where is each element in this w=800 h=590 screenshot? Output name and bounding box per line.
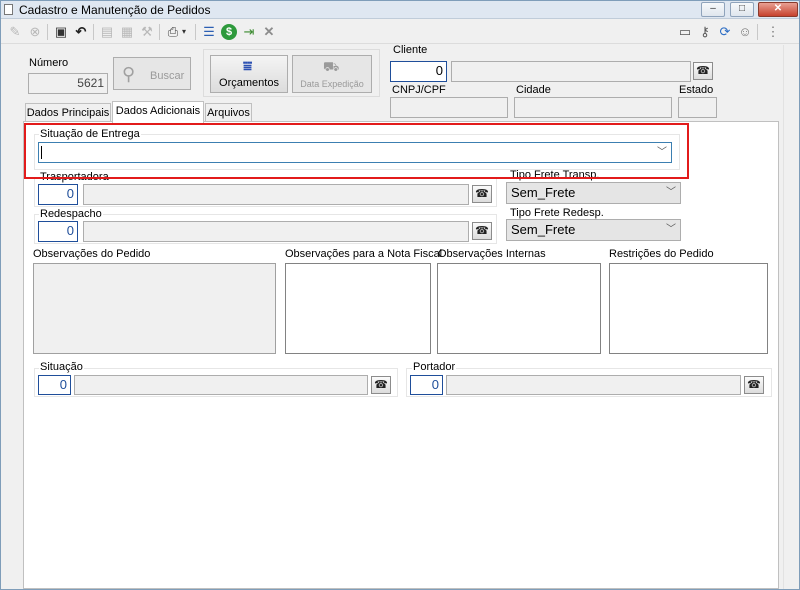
transportadora-code-field[interactable]: 0 [38,184,78,205]
tipo-frete-transp-value: Sem_Frete [511,185,576,200]
data-expedicao-label: Data Expedição [300,79,364,89]
tipo-frete-transp-label: Tipo Frete Transp. [510,169,600,181]
obs-nota-memo[interactable] [285,263,431,354]
cidade-label: Cidade [516,84,551,96]
chevron-down-icon: ﹀ [666,187,676,198]
new-icon[interactable]: ✎ [7,24,23,40]
cnpj-label: CNPJ/CPF [392,84,446,96]
toolbar-separator [159,24,160,40]
toolbar: ✎ ⊗ ▣ ↶ ▤ ▦ ⚒ ⎙ ▾ ☰ $ ⇥ ✕ ▭ ⚷ ⟳ ☺ ⋮ [1,20,799,44]
chevron-down-icon: ﹀ [666,224,676,235]
title-bar: Cadastro e Manutenção de Pedidos – □ ✕ [1,1,799,19]
minimize-button[interactable]: – [701,2,725,17]
close-button[interactable]: ✕ [758,2,798,17]
undo-icon[interactable]: ↶ [73,24,89,40]
save-icon[interactable]: ▣ [53,24,69,40]
cliente-lookup-button[interactable]: ☎ [693,62,713,80]
tab-dados-principais[interactable]: Dados Principais [25,103,111,123]
tipo-frete-redesp-select[interactable]: Sem_Frete ﹀ [506,219,681,241]
estado-field[interactable] [678,97,717,118]
maximize-button[interactable]: □ [730,2,754,17]
redespacho-label: Redespacho [39,208,103,220]
redespacho-code-field[interactable]: 0 [38,221,78,242]
toolbar-separator [757,24,758,40]
exit-icon[interactable]: ⇥ [241,24,257,40]
list-icon[interactable]: ☰ [201,24,217,40]
portador-label: Portador [412,361,457,373]
situacao-lookup-button[interactable]: ☎ [371,376,391,394]
obs-pedido-memo[interactable] [33,263,276,354]
obs-pedido-label: Observações do Pedido [33,248,151,260]
redespacho-lookup-button[interactable]: ☎ [472,222,492,240]
situacao-entrega-combo[interactable]: ﹀ [38,142,672,163]
toolbar-separator [195,24,196,40]
numero-field[interactable]: 5621 [28,73,108,94]
buscar-label: Buscar [150,70,185,82]
phone-icon: ☎ [475,225,489,237]
cliente-code-field[interactable]: 0 [390,61,447,82]
transportadora-label: Trasportadora [39,171,110,183]
delete-icon[interactable]: ✕ [261,24,277,40]
chevron-down-icon: ﹀ [657,147,667,158]
cliente-name-field[interactable] [451,61,691,82]
settings-icon[interactable]: ⋮ [765,24,781,40]
situacao-code-field[interactable]: 0 [38,375,71,395]
cancel-icon[interactable]: ⊗ [27,24,43,40]
cliente-label: Cliente [393,44,428,56]
toolbar-separator [47,24,48,40]
portador-name-field[interactable] [446,375,741,395]
situacao-label: Situação [39,361,84,373]
grid-icon[interactable]: ▦ [119,24,135,40]
toolbar-separator [93,24,94,40]
truck-icon: ⛟ [323,59,340,74]
numero-label: Número [29,57,69,69]
money-icon[interactable]: $ [221,24,237,40]
tab-arquivos[interactable]: Arquivos [205,103,252,123]
phone-icon: ☎ [747,379,761,391]
app-icon [4,4,13,15]
window-icon[interactable]: ▭ [677,24,693,40]
refresh-icon[interactable]: ⟳ [717,24,733,40]
maximize-icon: □ [738,3,746,14]
minimize-icon: – [710,3,716,14]
orcamentos-button[interactable]: ⩸ Orçamentos [210,55,288,93]
situacao-entrega-label: Situação de Entrega [39,128,141,140]
binoculars-icon: ⩸ [243,58,253,75]
estado-label: Estado [679,84,714,96]
close-icon: ✕ [773,3,783,14]
tipo-frete-redesp-value: Sem_Frete [511,222,576,237]
tools-icon[interactable]: ⚒ [139,24,155,40]
phone-icon: ☎ [696,65,710,77]
window-title: Cadastro e Manutenção de Pedidos [19,3,211,17]
tipo-frete-transp-select[interactable]: Sem_Frete ﹀ [506,182,681,204]
portador-code-field[interactable]: 0 [410,375,443,395]
print-dropdown-icon[interactable]: ▾ [179,24,189,40]
restricoes-memo[interactable] [609,263,768,354]
phone-icon: ☎ [475,188,489,200]
redespacho-name-field[interactable] [83,221,469,242]
window-right-edge [783,45,799,589]
search-doc-icon[interactable]: ▤ [99,24,115,40]
key-icon[interactable]: ⚷ [697,24,713,40]
user-icon[interactable]: ☺ [737,24,753,40]
magnifier-icon: ⚲ [122,64,136,84]
obs-internas-label: Observações Internas [438,248,546,260]
transportadora-lookup-button[interactable]: ☎ [472,185,492,203]
text-cursor [41,146,42,159]
situacao-name-field[interactable] [74,375,368,395]
data-expedicao-button[interactable]: ⛟ Data Expedição [292,55,372,93]
phone-icon: ☎ [374,379,388,391]
transportadora-name-field[interactable] [83,184,469,205]
tab-dados-adicionais[interactable]: Dados Adicionais [112,101,204,123]
main-window: Cadastro e Manutenção de Pedidos – □ ✕ ✎… [0,0,800,590]
cidade-field[interactable] [514,97,672,118]
buscar-button[interactable]: ⚲ Buscar [113,57,191,90]
portador-lookup-button[interactable]: ☎ [744,376,764,394]
restricoes-label: Restrições do Pedido [609,248,714,260]
obs-internas-memo[interactable] [437,263,601,354]
tipo-frete-redesp-label: Tipo Frete Redesp. [510,207,604,219]
cnpj-field[interactable] [390,97,508,118]
obs-nota-label: Observações para a Nota Fiscal [285,248,443,260]
orcamentos-label: Orçamentos [219,77,279,89]
